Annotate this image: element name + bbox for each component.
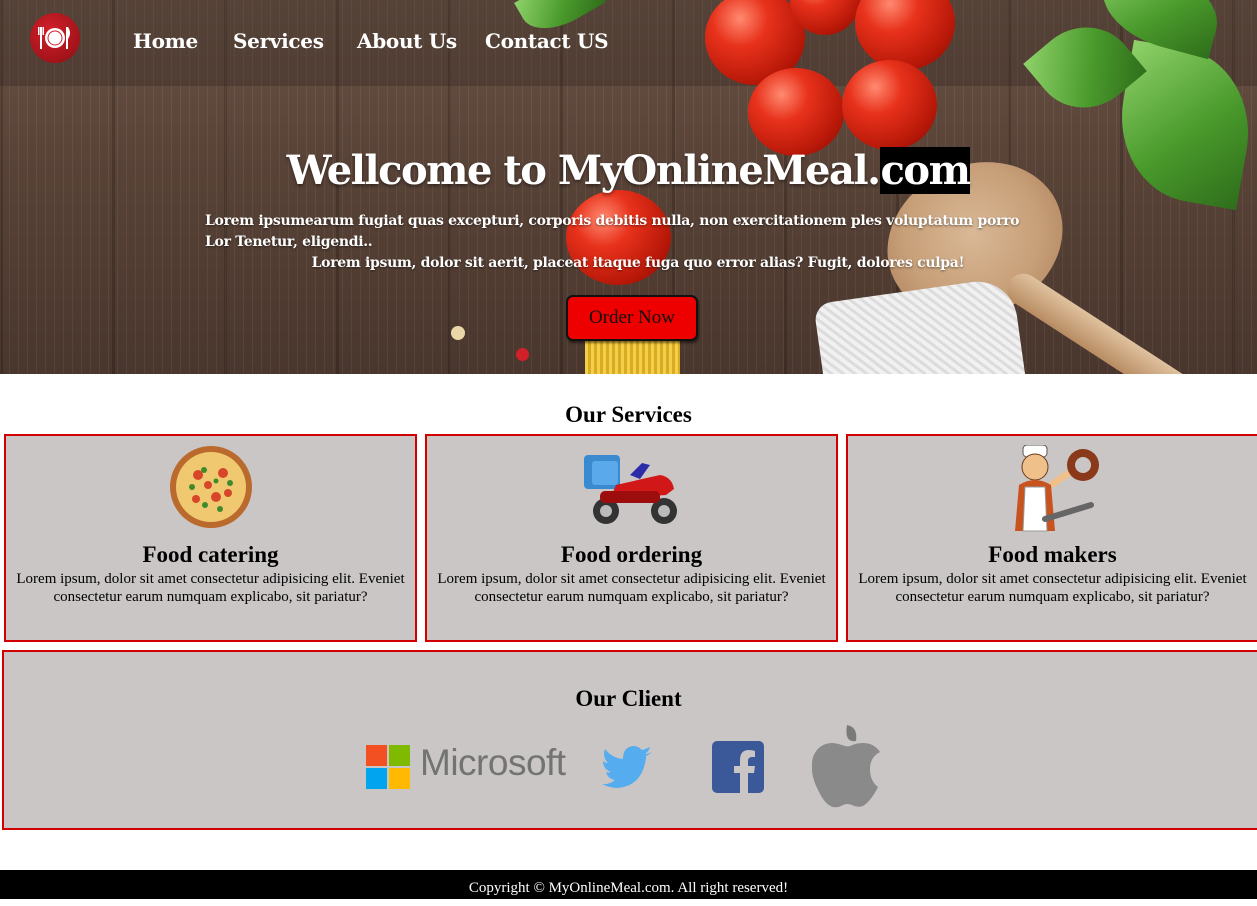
hero-title-main: Wellcome to MyOnlineMeal. [286,147,881,194]
hero-text-line2: Lorem ipsum, dolor sit aerit, placeat it… [311,255,965,271]
service-title: Food makers [988,542,1117,567]
napkin-decoration [813,276,1027,374]
tomato-decoration [748,68,844,156]
hero-text-line1: Lorem ipsumearum fugiat quas excepturi, … [205,213,1020,250]
service-card-makers[interactable]: Food makers Lorem ipsum, dolor sit amet … [846,434,1257,642]
service-title: Food ordering [560,542,703,567]
peppercorn-decoration [451,326,465,340]
footer-copyright: Copyright © MyOnlineMeal.com. All right … [468,880,789,896]
nav-services[interactable]: Services [233,29,324,53]
pasta-decoration [585,340,680,374]
service-description: Lorem ipsum, dolor sit amet consectetur … [437,571,826,605]
service-description: Lorem ipsum, dolor sit amet consectetur … [858,571,1247,605]
plate-cutlery-icon [38,27,70,49]
tomato-decoration [842,60,937,150]
apple-logo-icon[interactable] [812,725,882,809]
service-card-ordering[interactable]: Food ordering Lorem ipsum, dolor sit ame… [425,434,838,642]
footer: Copyright © MyOnlineMeal.com. All right … [0,870,1257,899]
service-card-catering[interactable]: Food catering Lorem ipsum, dolor sit ame… [4,434,417,642]
order-now-button[interactable]: Order Now [566,295,698,341]
microsoft-logo-icon[interactable] [366,745,410,789]
hero-title: Wellcome to MyOnlineMeal.com [0,145,1257,197]
twitter-logo-icon[interactable] [602,746,654,788]
hero-title-highlight: com [879,147,971,194]
pizza-icon [169,446,252,528]
clients-section [2,650,1257,830]
peppercorn-decoration [516,348,529,361]
wooden-spoon-handle-decoration [1001,267,1257,374]
facebook-logo-icon[interactable] [712,741,764,793]
hero-description: Lorem ipsumearum fugiat quas excepturi, … [205,211,1025,274]
delivery-scooter-icon [583,455,677,524]
site-logo[interactable] [30,13,80,63]
service-title: Food catering [142,542,279,567]
nav-about-us[interactable]: About Us [357,29,457,53]
microsoft-wordmark[interactable]: Microsoft [420,742,566,784]
nav-home[interactable]: Home [133,29,198,53]
clients-title: Our Client [575,686,682,711]
nav-contact-us[interactable]: Contact US [485,29,609,53]
chef-icon [1014,445,1099,532]
services-title: Our Services [565,402,692,427]
hero-banner: Home Services About Us Contact US Wellco… [0,0,1257,374]
service-description: Lorem ipsum, dolor sit amet consectetur … [16,571,405,605]
